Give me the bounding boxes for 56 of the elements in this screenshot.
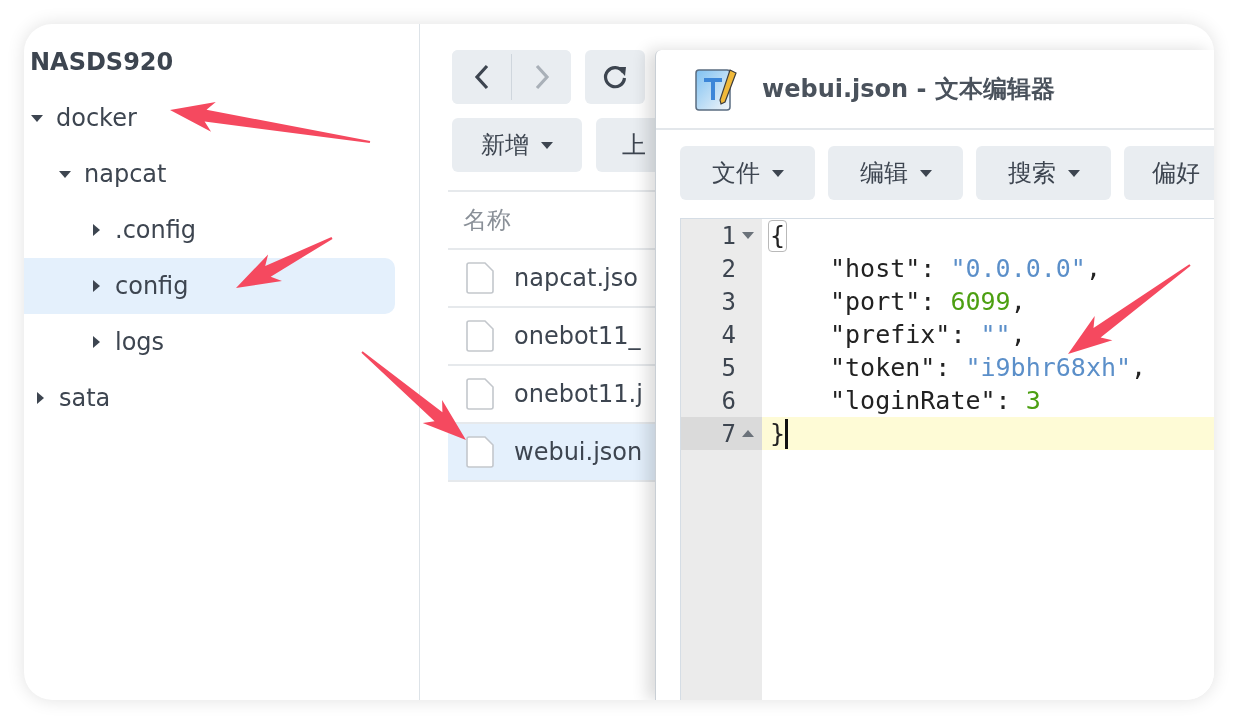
code-line: "prefix": "", <box>830 319 1026 351</box>
folder-tree-item[interactable]: .config <box>24 202 395 258</box>
caret-right-icon <box>92 280 100 292</box>
caret-down-icon <box>919 169 932 177</box>
folder-tree-item[interactable]: logs <box>24 314 395 370</box>
line-number: 6 <box>721 386 736 415</box>
caret-right-icon <box>36 392 44 404</box>
line-number: 4 <box>721 320 736 349</box>
file-name: onebot11_ <box>514 322 641 350</box>
folder-tree-item[interactable]: config <box>24 258 395 314</box>
menu-button[interactable]: 偏好 <box>1124 146 1214 200</box>
chevron-left-icon <box>473 64 490 90</box>
menu-button[interactable]: 文件 <box>680 146 815 200</box>
file-row[interactable]: webui.json <box>448 424 655 482</box>
file-name: webui.json <box>514 438 643 466</box>
file-name: onebot11.j <box>514 380 643 408</box>
caret-down-icon <box>771 169 784 177</box>
caret-down-icon <box>59 170 71 178</box>
line-number: 7 <box>721 419 736 448</box>
line-number: 2 <box>721 254 736 283</box>
caret-right-icon <box>92 224 100 236</box>
folder-tree-item[interactable]: napcat <box>24 146 395 202</box>
file-icon <box>466 320 494 352</box>
folder-tree-item[interactable]: sata <box>24 370 395 426</box>
file-row[interactable]: napcat.jso <box>448 250 655 308</box>
file-name: napcat.jso <box>514 264 638 292</box>
file-icon <box>466 436 494 468</box>
line-number: 1 <box>721 221 736 250</box>
caret-down-icon <box>1067 169 1080 177</box>
toolbar-button[interactable]: 上 <box>596 118 655 172</box>
caret-right-icon <box>92 336 100 348</box>
code-line: "loginRate": 3 <box>830 385 1041 417</box>
line-number: 5 <box>721 353 736 382</box>
fold-caret-icon[interactable] <box>742 430 754 437</box>
menu-button[interactable]: 搜索 <box>976 146 1111 200</box>
folder-tree-item[interactable]: docker <box>24 90 395 146</box>
caret-down-icon <box>31 114 43 122</box>
file-icon <box>466 378 494 410</box>
caret-down-icon <box>541 141 554 149</box>
device-title: NASDS920 <box>30 47 174 78</box>
window-title: webui.json - 文本编辑器 <box>762 74 1055 105</box>
refresh-button[interactable] <box>585 50 645 104</box>
line-number: 3 <box>721 287 736 316</box>
code-line: "host": "0.0.0.0", <box>830 253 1101 285</box>
file-icon <box>466 262 494 294</box>
refresh-icon <box>602 64 628 90</box>
file-row[interactable]: onebot11_ <box>448 308 655 366</box>
toolbar-button[interactable]: 新增 <box>452 118 583 172</box>
code-line: "port": 6099, <box>830 286 1026 318</box>
code-editor[interactable]: 1 { 2 "host": "0.0.0.0", 3 "port": 6099, 4 "prefix": "", 5 "token": "i9bhr68xh", 6 "loginRate": 3 7 } <box>680 218 1214 700</box>
chevron-right-icon <box>533 64 550 90</box>
text-cursor <box>785 418 789 449</box>
fold-caret-icon[interactable] <box>742 232 754 239</box>
menu-button[interactable]: 编辑 <box>828 146 963 200</box>
code-line: } <box>770 418 786 450</box>
code-line: "token": "i9bhr68xh", <box>830 352 1147 384</box>
